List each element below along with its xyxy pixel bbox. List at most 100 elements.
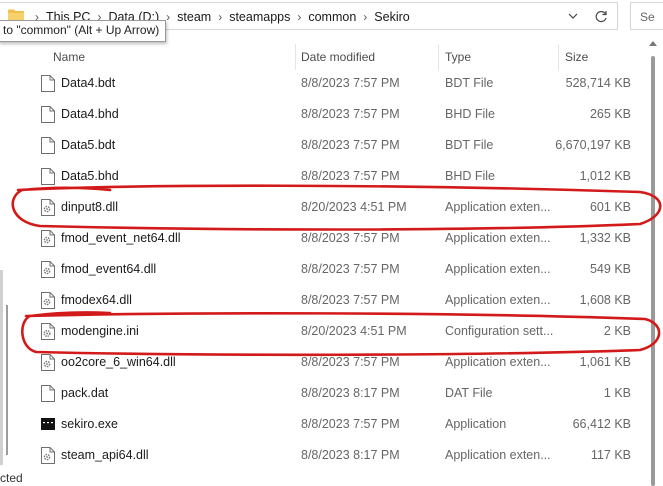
search-placeholder: Se	[640, 10, 655, 24]
file-row[interactable]: fmod_event_net64.dll 8/8/2023 7:57 PM Ap…	[0, 223, 663, 254]
file-size: 1,012 KB	[579, 169, 631, 183]
breadcrumb-sekiro[interactable]: Sekiro	[374, 10, 409, 24]
file-name: fmod_event_net64.dll	[61, 231, 181, 245]
file-row[interactable]: Data5.bdt 8/8/2023 7:57 PM BDT File 6,67…	[0, 130, 663, 161]
file-size: 601 KB	[589, 200, 631, 214]
vertical-scrollbar-thumb[interactable]	[651, 56, 655, 486]
search-input[interactable]: Se	[630, 2, 663, 30]
file-row[interactable]: modengine.ini 8/20/2023 4:51 PM Configur…	[0, 316, 663, 347]
file-date: 8/8/2023 8:17 PM	[301, 448, 400, 462]
file-icon	[41, 385, 55, 402]
nav-pane-scrollbar-thumb[interactable]	[6, 305, 8, 455]
file-date: 8/8/2023 7:57 PM	[301, 293, 400, 307]
file-size: 1,608 KB	[579, 293, 631, 307]
file-name: fmodex64.dll	[61, 293, 132, 307]
refresh-icon[interactable]	[594, 10, 608, 24]
file-name: Data5.bhd	[61, 169, 119, 183]
file-type: Application exten...	[445, 355, 551, 369]
file-name: Data4.bhd	[61, 107, 119, 121]
file-size: 2 KB	[603, 324, 631, 338]
file-icon	[41, 168, 55, 185]
file-size: 528,714 KB	[565, 76, 631, 90]
file-size: 1,061 KB	[579, 355, 631, 369]
file-type: Application exten...	[445, 448, 551, 462]
file-name: dinput8.dll	[61, 200, 118, 214]
file-size: 1,332 KB	[579, 231, 631, 245]
file-type: Application exten...	[445, 262, 551, 276]
file-type: BHD File	[445, 169, 496, 183]
dll-icon	[41, 230, 55, 247]
file-name: sekiro.exe	[61, 417, 118, 431]
file-date: 8/8/2023 8:17 PM	[301, 386, 400, 400]
vertical-scrollbar[interactable]	[645, 34, 663, 486]
file-type: Application	[445, 417, 507, 431]
file-name: oo2core_6_win64.dll	[61, 355, 176, 369]
file-type: Configuration sett...	[445, 324, 554, 338]
file-date: 8/20/2023 4:51 PM	[301, 200, 407, 214]
file-name: steam_api64.dll	[61, 448, 149, 462]
file-row[interactable]: oo2core_6_win64.dll 8/8/2023 7:57 PM App…	[0, 347, 663, 378]
nav-pane-scrollbar[interactable]	[0, 270, 3, 465]
breadcrumb-common[interactable]: common	[308, 10, 356, 24]
file-icon	[41, 106, 55, 123]
exe-icon	[41, 416, 55, 433]
file-type: BHD File	[445, 107, 496, 121]
file-date: 8/8/2023 7:57 PM	[301, 231, 400, 245]
file-row[interactable]: pack.dat 8/8/2023 8:17 PM DAT File 1 KB	[0, 378, 663, 409]
file-icon	[41, 75, 55, 92]
dll-icon	[41, 292, 55, 309]
file-date: 8/8/2023 7:57 PM	[301, 76, 400, 90]
file-size: 117 KB	[590, 448, 631, 462]
file-date: 8/8/2023 7:57 PM	[301, 417, 400, 431]
file-row[interactable]: fmodex64.dll 8/8/2023 7:57 PM Applicatio…	[0, 285, 663, 316]
chevron-right-icon[interactable]: ›	[218, 10, 222, 24]
breadcrumb-steamapps[interactable]: steamapps	[229, 10, 290, 24]
file-row[interactable]: dinput8.dll 8/20/2023 4:51 PM Applicatio…	[0, 192, 663, 223]
dll-icon	[41, 261, 55, 278]
file-name: pack.dat	[61, 386, 109, 400]
file-date: 8/20/2023 4:51 PM	[301, 324, 407, 338]
dll-icon	[41, 199, 55, 216]
column-header-size[interactable]: Size	[565, 46, 588, 68]
file-date: 8/8/2023 7:57 PM	[301, 169, 400, 183]
file-date: 8/8/2023 7:57 PM	[301, 262, 400, 276]
status-bar: cted	[0, 471, 23, 485]
file-name: Data5.bdt	[61, 138, 116, 152]
column-divider[interactable]	[558, 44, 559, 70]
file-row[interactable]: fmod_event64.dll 8/8/2023 7:57 PM Applic…	[0, 254, 663, 285]
file-icon	[41, 137, 55, 154]
file-type: Application exten...	[445, 231, 551, 245]
file-type: Application exten...	[445, 200, 551, 214]
file-size: 1 KB	[603, 386, 631, 400]
scroll-up-icon[interactable]	[649, 40, 657, 46]
chevron-right-icon[interactable]: ›	[166, 10, 170, 24]
file-size: 549 KB	[589, 262, 631, 276]
file-name: modengine.ini	[61, 324, 139, 338]
column-header-name[interactable]: Name	[53, 46, 85, 68]
file-date: 8/8/2023 7:57 PM	[301, 107, 400, 121]
dll-icon	[41, 354, 55, 371]
file-type: Application exten...	[445, 293, 551, 307]
breadcrumb-steam[interactable]: steam	[177, 10, 211, 24]
file-size: 6,670,197 KB	[555, 138, 631, 152]
chevron-right-icon[interactable]: ›	[363, 10, 367, 24]
column-divider[interactable]	[295, 44, 296, 70]
chevron-right-icon[interactable]: ›	[297, 10, 301, 24]
file-row[interactable]: Data5.bhd 8/8/2023 7:57 PM BHD File 1,01…	[0, 161, 663, 192]
column-divider[interactable]	[438, 44, 439, 70]
column-header-type[interactable]: Type	[445, 46, 471, 68]
file-size: 265 KB	[589, 107, 631, 121]
file-name: Data4.bdt	[61, 76, 116, 90]
chevron-down-icon[interactable]	[568, 12, 578, 20]
ini-icon	[41, 323, 55, 340]
up-button-tooltip: to "common" (Alt + Up Arrow)	[0, 20, 167, 42]
file-date: 8/8/2023 7:57 PM	[301, 138, 400, 152]
file-row[interactable]: Data4.bdt 8/8/2023 7:57 PM BDT File 528,…	[0, 68, 663, 99]
file-row[interactable]: Data4.bhd 8/8/2023 7:57 PM BHD File 265 …	[0, 99, 663, 130]
file-row[interactable]: steam_api64.dll 8/8/2023 8:17 PM Applica…	[0, 440, 663, 471]
file-row[interactable]: sekiro.exe 8/8/2023 7:57 PM Application …	[0, 409, 663, 440]
file-type: BDT File	[445, 76, 494, 90]
column-header-date-modified[interactable]: Date modified	[301, 46, 375, 68]
dll-icon	[41, 447, 55, 464]
file-date: 8/8/2023 7:57 PM	[301, 355, 400, 369]
